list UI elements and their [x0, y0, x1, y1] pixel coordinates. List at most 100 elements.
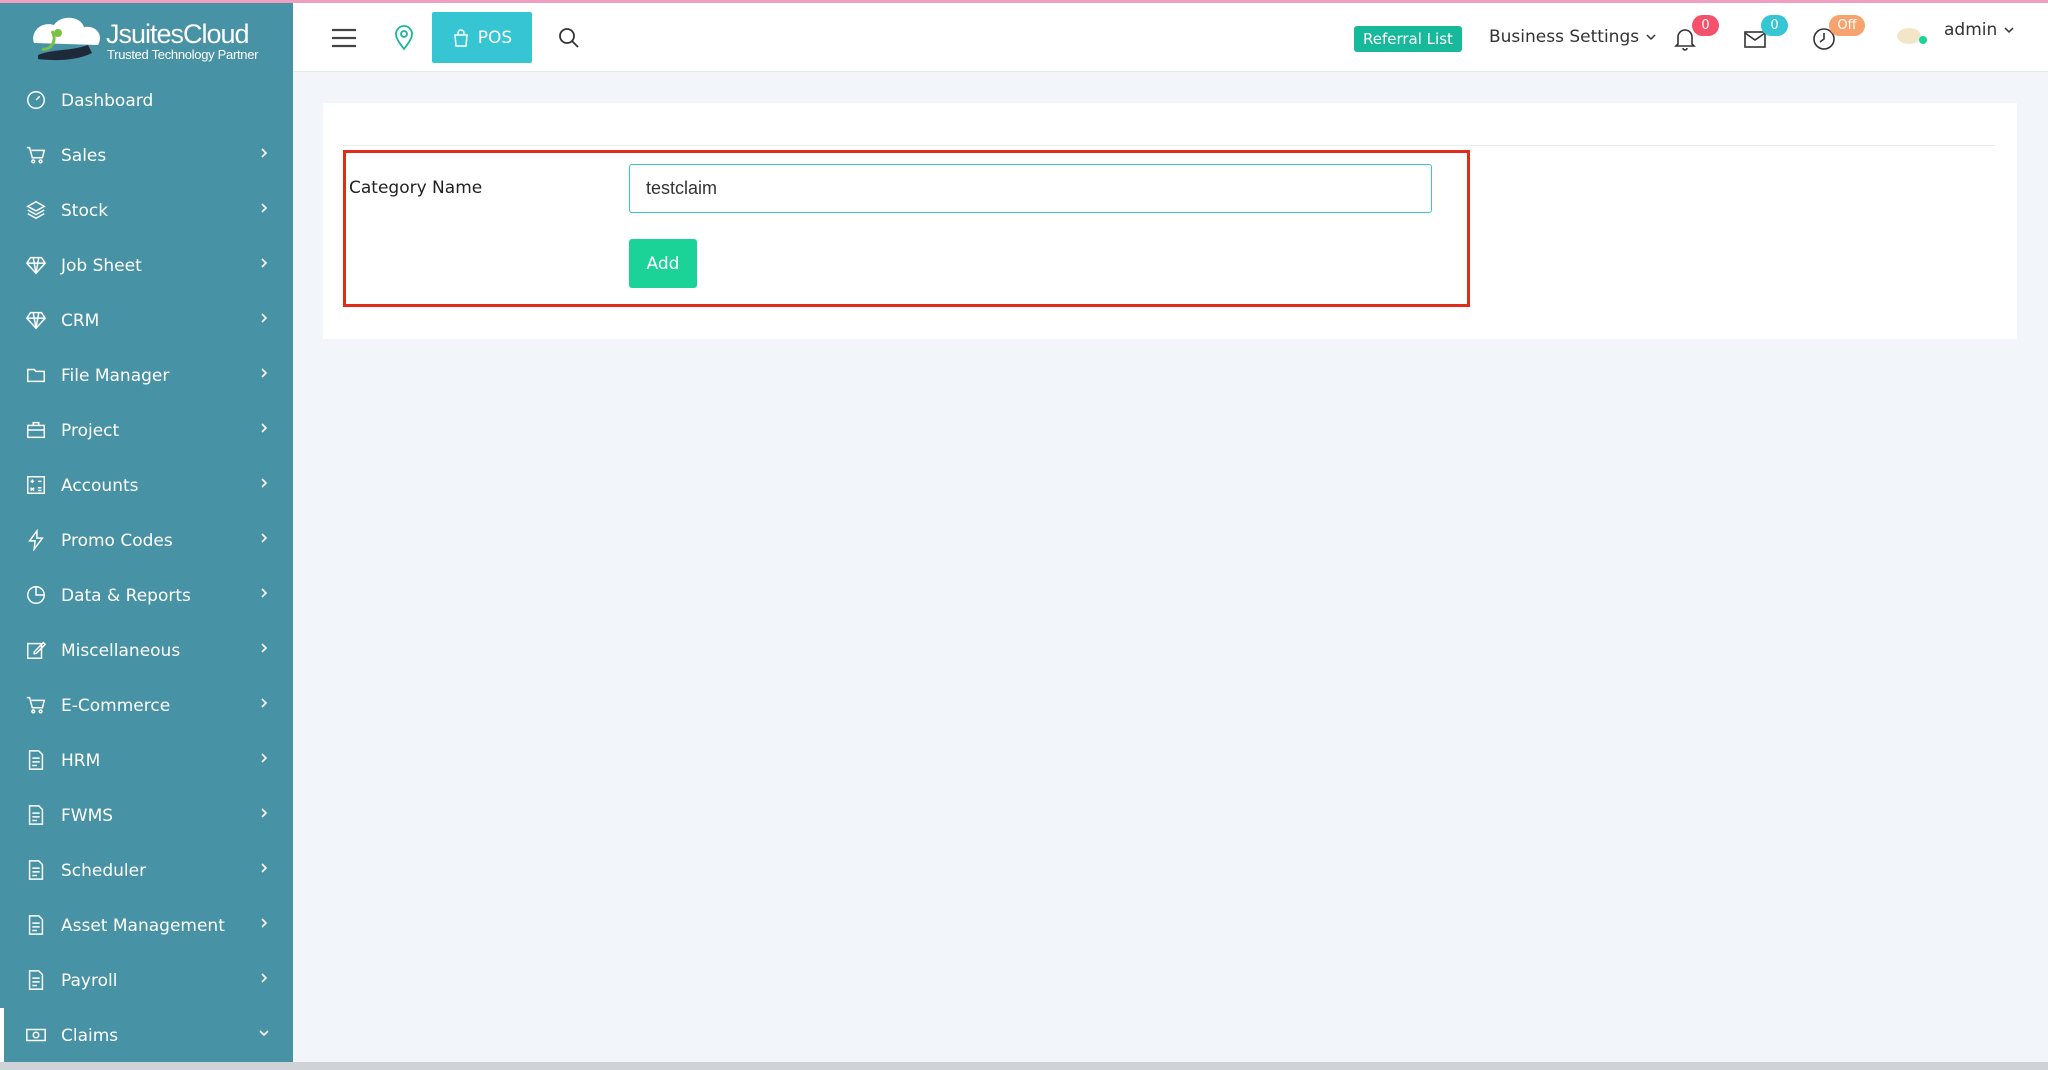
sidebar-item-label: Payroll: [61, 970, 118, 991]
sidebar-item-label: Asset Management: [61, 915, 225, 936]
sidebar-item-label: Data & Reports: [61, 585, 191, 606]
chevron-right-icon: [261, 368, 268, 378]
messages-badge: 0: [1761, 15, 1788, 36]
pie-chart-icon: [25, 584, 49, 608]
sidebar-item-label: Stock: [61, 200, 109, 221]
chevron-right-icon: [261, 698, 268, 708]
card-divider: [343, 145, 1995, 146]
top-header: POS Referral List Business Settings 0 0 …: [293, 3, 2048, 72]
notifications-badge: 0: [1692, 15, 1719, 36]
add-button[interactable]: Add: [629, 239, 697, 288]
document-icon: [25, 969, 49, 993]
pos-label: POS: [477, 27, 513, 48]
sidebar-item-label: Project: [61, 420, 120, 441]
chevron-right-icon: [261, 588, 268, 598]
sidebar: JsuitesCloud Trusted Technology Partner …: [0, 3, 293, 1065]
chevron-right-icon: [261, 423, 268, 433]
chevron-down-icon: [1646, 34, 1656, 41]
chevron-down-icon: [2004, 27, 2014, 34]
cart-icon: [25, 694, 49, 718]
chevron-right-icon: [261, 808, 268, 818]
category-name-label: Category Name: [349, 178, 483, 198]
diamond-icon: [25, 254, 49, 278]
sidebar-item-label: Scheduler: [61, 860, 147, 881]
brand-subtitle: Trusted Technology Partner: [107, 47, 259, 62]
sidebar-item-label: Sales: [61, 145, 107, 166]
sidebar-item-label: Claims: [61, 1025, 119, 1046]
sidebar-item-fwms[interactable]: FWMS: [0, 788, 293, 843]
document-icon: [25, 804, 49, 828]
diamond-icon: [25, 309, 49, 333]
sidebar-item-label: Accounts: [61, 475, 139, 496]
business-settings-dropdown[interactable]: Business Settings: [1489, 27, 1657, 47]
user-menu[interactable]: admin: [1944, 20, 2015, 40]
sidebar-item-asset-management[interactable]: Asset Management: [0, 898, 293, 953]
edit-icon: [25, 639, 49, 663]
shopping-bag-icon: [453, 28, 468, 47]
chevron-right-icon: [261, 313, 268, 323]
chevron-right-icon: [261, 918, 268, 928]
pos-button[interactable]: POS: [432, 12, 532, 63]
sidebar-item-sales[interactable]: Sales: [0, 128, 293, 183]
calculator-icon: [25, 474, 49, 498]
avatar[interactable]: [1895, 23, 1927, 49]
sidebar-item-stock[interactable]: Stock: [0, 183, 293, 238]
sidebar-item-scheduler[interactable]: Scheduler: [0, 843, 293, 898]
sidebar-item-job-sheet[interactable]: Job Sheet: [0, 238, 293, 293]
chevron-right-icon: [261, 753, 268, 763]
sidebar-item-label: HRM: [61, 750, 101, 771]
logo-icon: [33, 17, 101, 61]
location-pin-icon[interactable]: [393, 25, 415, 51]
sidebar-item-label: Promo Codes: [61, 530, 173, 551]
sidebar-item-payroll[interactable]: Payroll: [0, 953, 293, 1008]
horizontal-scrollbar[interactable]: [0, 1062, 2048, 1070]
sidebar-item-dashboard[interactable]: Dashboard: [0, 73, 293, 128]
sidebar-item-label: File Manager: [61, 365, 170, 386]
chevron-right-icon: [261, 643, 268, 653]
business-settings-label: Business Settings: [1489, 27, 1640, 47]
cart-icon: [25, 144, 49, 168]
sidebar-item-hrm[interactable]: HRM: [0, 733, 293, 788]
sidebar-item-e-commerce[interactable]: E-Commerce: [0, 678, 293, 733]
sidebar-item-label: E-Commerce: [61, 695, 171, 716]
lightning-icon: [25, 528, 49, 553]
chevron-right-icon: [261, 148, 268, 158]
sidebar-item-crm[interactable]: CRM: [0, 293, 293, 348]
dashboard-gauge-icon: [25, 89, 49, 113]
clock-status-badge: Off: [1829, 15, 1865, 36]
sidebar-item-accounts[interactable]: Accounts: [0, 458, 293, 513]
chevron-right-icon: [261, 478, 268, 488]
money-icon: [25, 1024, 49, 1048]
sidebar-item-file-manager[interactable]: File Manager: [0, 348, 293, 403]
user-label: admin: [1944, 20, 1998, 40]
briefcase-icon: [25, 419, 49, 443]
sidebar-item-label: Miscellaneous: [61, 640, 181, 661]
document-icon: [25, 859, 49, 883]
sidebar-item-label: Dashboard: [61, 90, 154, 111]
sidebar-item-label: FWMS: [61, 805, 114, 826]
sidebar-nav: Dashboard Sales Stock Job Sheet CRM File…: [0, 73, 293, 1063]
chevron-right-icon: [261, 258, 268, 268]
chevron-right-icon: [261, 973, 268, 983]
folder-icon: [25, 364, 49, 388]
menu-icon[interactable]: [331, 27, 357, 49]
chevron-down-icon: [259, 1030, 269, 1037]
brand-title: JsuitesCloud: [106, 19, 250, 49]
sidebar-item-claims[interactable]: Claims: [0, 1008, 293, 1063]
sidebar-item-data-reports[interactable]: Data & Reports: [0, 568, 293, 623]
sidebar-item-label: Job Sheet: [61, 255, 142, 276]
document-icon: [25, 914, 49, 938]
sidebar-item-miscellaneous[interactable]: Miscellaneous: [0, 623, 293, 678]
sidebar-item-project[interactable]: Project: [0, 403, 293, 458]
brand-logo[interactable]: JsuitesCloud Trusted Technology Partner: [0, 3, 293, 73]
chevron-right-icon: [261, 203, 268, 213]
search-icon[interactable]: [558, 27, 580, 49]
layers-icon: [25, 199, 49, 223]
sidebar-item-promo-codes[interactable]: Promo Codes: [0, 513, 293, 568]
chevron-right-icon: [261, 533, 268, 543]
sidebar-item-label: CRM: [61, 310, 100, 331]
chevron-right-icon: [261, 863, 268, 873]
category-name-input[interactable]: [629, 164, 1432, 213]
referral-list-button[interactable]: Referral List: [1354, 26, 1462, 52]
document-icon: [25, 749, 49, 773]
